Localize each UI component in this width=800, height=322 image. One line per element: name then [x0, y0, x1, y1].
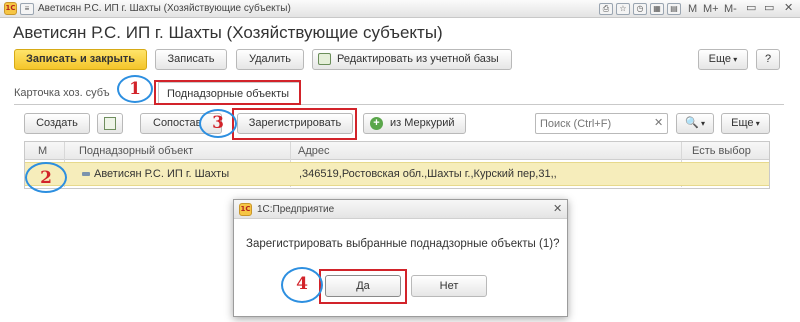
search-options-button[interactable]: 🔍 ▾	[676, 113, 714, 134]
star-icon[interactable]: ☆	[616, 3, 630, 15]
link-icon[interactable]: ⎙	[599, 3, 613, 15]
window-title: Аветисян Р.С. ИП г. Шахты (Хозяйствующие…	[38, 3, 291, 14]
tab-card[interactable]: Карточка хоз. субъ	[14, 82, 110, 104]
highlight-register	[232, 108, 357, 140]
close-icon[interactable]: ✕	[553, 202, 562, 215]
row-object-name: Аветисян Р.С. ИП г. Шахты	[94, 168, 230, 180]
menu-icon[interactable]: ≡	[20, 3, 34, 15]
highlight-yes	[319, 269, 407, 304]
list-more-label: Еще	[731, 117, 754, 129]
maximize-icon[interactable]: ▭	[764, 2, 774, 14]
calculator-icon[interactable]: ▦	[650, 3, 664, 15]
search-input[interactable]	[535, 113, 668, 134]
edit-from-base-button[interactable]: Редактировать из учетной базы	[312, 49, 512, 70]
column-header-has-choice[interactable]: Есть выбор	[692, 142, 751, 160]
plus-icon: +	[370, 117, 383, 130]
copy-icon	[104, 117, 116, 130]
no-button[interactable]: Нет	[411, 275, 487, 297]
column-header-m[interactable]: М	[38, 142, 47, 160]
save-and-close-button[interactable]: Записать и закрыть	[14, 49, 147, 70]
memory-button[interactable]: M	[688, 3, 697, 15]
from-mercury-button[interactable]: + из Меркурий	[363, 113, 466, 134]
delete-button[interactable]: Удалить	[236, 49, 304, 70]
step-number-3: 3	[212, 113, 224, 133]
step-number-2: 2	[40, 168, 52, 188]
create-button[interactable]: Создать	[24, 113, 90, 134]
step-number-4: 4	[296, 274, 308, 294]
search-icon: 🔍	[685, 117, 699, 129]
chevron-down-icon: ▾	[753, 119, 760, 128]
dialog-message: Зарегистрировать выбранные поднадзорные …	[246, 238, 560, 250]
history-icon[interactable]: ◷	[633, 3, 647, 15]
row-address: ,346519,Ростовская обл.,Шахты г.,Курский…	[299, 168, 557, 180]
save-button[interactable]: Записать	[155, 49, 227, 70]
copy-button[interactable]	[97, 113, 123, 134]
step-number-1: 1	[129, 79, 141, 99]
list-more-button[interactable]: Еще ▾	[721, 113, 770, 134]
column-header-object[interactable]: Поднадзорный объект	[79, 142, 193, 160]
chevron-down-icon: ▾	[731, 55, 738, 64]
more-button[interactable]: Еще ▾	[698, 49, 748, 70]
memory-plus-button[interactable]: M+	[703, 3, 719, 15]
memory-minus-button[interactable]: M-	[724, 3, 737, 15]
more-label: Еще	[708, 53, 732, 65]
highlight-tab	[154, 80, 301, 105]
from-mercury-label: из Меркурий	[390, 117, 455, 129]
tab-divider	[14, 104, 784, 105]
minimize-icon[interactable]: ▭	[746, 2, 756, 14]
clear-search-icon[interactable]: ✕	[654, 116, 663, 129]
close-window-icon[interactable]: ✕	[784, 2, 793, 14]
collapse-icon[interactable]	[82, 172, 90, 176]
calendar-icon[interactable]: ▤	[667, 3, 681, 15]
edit-icon	[318, 53, 331, 65]
chevron-down-icon: ▾	[698, 119, 705, 128]
dialog-title: 1С:Предприятие	[257, 204, 335, 215]
app-logo-icon: 1С	[4, 2, 17, 15]
page-title: Аветисян Р.С. ИП г. Шахты (Хозяйствующие…	[13, 23, 443, 42]
column-header-address[interactable]: Адрес	[298, 142, 330, 160]
app-logo-icon: 1С	[239, 203, 252, 216]
help-button[interactable]: ?	[756, 49, 780, 70]
edit-from-base-label: Редактировать из учетной базы	[337, 53, 499, 65]
